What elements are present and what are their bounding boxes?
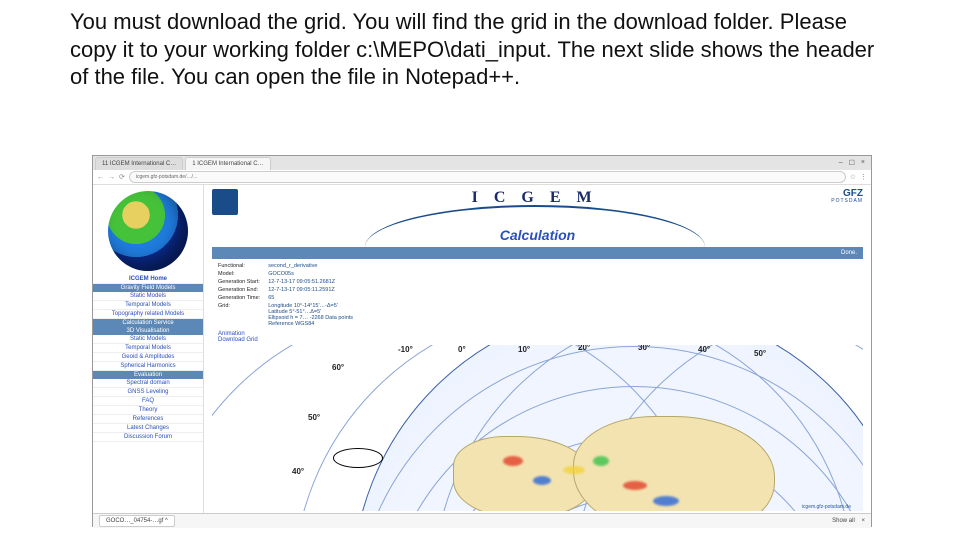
download-bar: GOCO…_04754-…gf ^ Show all ×: [93, 513, 871, 528]
sidebar-link[interactable]: References: [93, 415, 203, 424]
lat-tick: 40°: [292, 467, 304, 476]
show-all-downloads-link[interactable]: Show all: [832, 518, 855, 524]
param-value: GOCO05s: [268, 271, 353, 279]
lon-tick: 10°: [518, 345, 530, 354]
param-label: Functional:: [218, 263, 260, 271]
param-value: 65: [268, 295, 353, 303]
window-maximize-icon[interactable]: ☐: [849, 159, 855, 167]
download-grid-link[interactable]: Download Grid: [218, 337, 857, 343]
close-downloads-icon[interactable]: ×: [861, 518, 865, 524]
sidebar-section-head: 3D Visualisation: [93, 327, 203, 335]
param-value: 12-7-13-17 09:05:51.2681Z: [268, 279, 353, 287]
iag-logo-icon: [212, 189, 238, 215]
nav-forward-icon[interactable]: →: [108, 174, 115, 181]
url-field[interactable]: icgem.gfz-potsdam.de/…/…: [129, 171, 846, 183]
lon-tick: 50°: [754, 349, 766, 358]
param-value: second_r_derivative: [268, 263, 353, 271]
status-text: Done.: [841, 250, 857, 256]
nav-back-icon[interactable]: ←: [97, 174, 104, 181]
sidebar-home-link[interactable]: ICGEM Home: [93, 275, 203, 284]
bookmark-star-icon[interactable]: ☆: [850, 173, 856, 181]
gfz-logo: GFZPOTSDAM: [831, 189, 863, 204]
param-value: 12-7-13-17 09:05:11.2591Z: [268, 287, 353, 295]
sidebar-link[interactable]: Spectral domain: [93, 379, 203, 388]
annotation-circle-icon: [333, 448, 383, 468]
browser-tab[interactable]: 1 ICGEM International C…: [185, 157, 270, 170]
sidebar-link[interactable]: Latest Changes: [93, 424, 203, 433]
browser-tab[interactable]: 11 ICGEM International C…: [95, 157, 183, 170]
browser-toolbar: ← → ⟳ icgem.gfz-potsdam.de/…/… ☆ ⋮: [93, 170, 871, 185]
lat-tick: 60°: [332, 363, 344, 372]
sidebar-link[interactable]: Topography related Models: [93, 310, 203, 319]
lon-tick: 0°: [458, 345, 466, 354]
browser-menu-icon[interactable]: ⋮: [860, 173, 867, 181]
sidebar-section-head: Calculation Service: [93, 319, 203, 327]
sidebar-section-head: Gravity Field Models: [93, 284, 203, 292]
sidebar-link[interactable]: Theory: [93, 406, 203, 415]
sidebar-link[interactable]: FAQ: [93, 397, 203, 406]
nav-reload-icon[interactable]: ⟳: [119, 173, 125, 181]
param-label: Grid:: [218, 303, 260, 311]
lon-tick: 20°: [578, 345, 590, 352]
sidebar-link[interactable]: Static Models: [93, 335, 203, 344]
param-label: Generation Start:: [218, 279, 260, 287]
browser-tabstrip: 11 ICGEM International C… 1 ICGEM Intern…: [93, 156, 871, 170]
sidebar-link[interactable]: Temporal Models: [93, 344, 203, 353]
sidebar-link[interactable]: Spherical Harmonics: [93, 362, 203, 371]
sidebar-link[interactable]: GNSS Leveling: [93, 388, 203, 397]
window-minimize-icon[interactable]: –: [839, 159, 843, 167]
lon-tick: 40°: [698, 345, 710, 354]
page-main: I C G E M GFZPOTSDAM Calculation Done. F…: [204, 185, 871, 513]
param-label: Generation End:: [218, 287, 260, 295]
map-footer: icgem.gfz-potsdam.de: [802, 504, 851, 510]
param-label: Generation Time:: [218, 295, 260, 303]
status-bar: Done.: [212, 247, 863, 259]
downloaded-file-chip[interactable]: GOCO…_04754-…gf ^: [99, 515, 175, 527]
globe-logo-icon: [108, 191, 188, 271]
sidebar-link[interactable]: Discussion Forum: [93, 433, 203, 442]
slide-instruction-text: You must download the grid. You will fin…: [70, 8, 890, 91]
page-subtitle: Calculation: [204, 227, 871, 243]
lon-tick: 30°: [638, 345, 650, 352]
calculation-params: Functional: Model: Generation Start: Gen…: [204, 259, 871, 329]
site-title: I C G E M: [365, 189, 705, 207]
window-close-icon[interactable]: ×: [861, 159, 865, 167]
lon-tick: -10°: [398, 345, 413, 354]
param-value: Longitude 10°-14°15'…-Δ=5' Latitude 5°-5…: [268, 303, 353, 327]
gravity-map: -10° 0° 10° 20° 30° 40° 50° 60° 50° 40° …: [212, 345, 863, 511]
sidebar-link[interactable]: Temporal Models: [93, 301, 203, 310]
param-label: Model:: [218, 271, 260, 279]
sidebar-link[interactable]: Geoid & Amplitudes: [93, 353, 203, 362]
sidebar-section-head: Evaluation: [93, 371, 203, 379]
map-globe: [352, 345, 863, 511]
lat-tick: 50°: [308, 413, 320, 422]
sidebar-link[interactable]: Static Models: [93, 292, 203, 301]
site-sidebar: ICGEM Home Gravity Field Models Static M…: [93, 185, 204, 513]
browser-screenshot: 11 ICGEM International C… 1 ICGEM Intern…: [92, 155, 872, 527]
